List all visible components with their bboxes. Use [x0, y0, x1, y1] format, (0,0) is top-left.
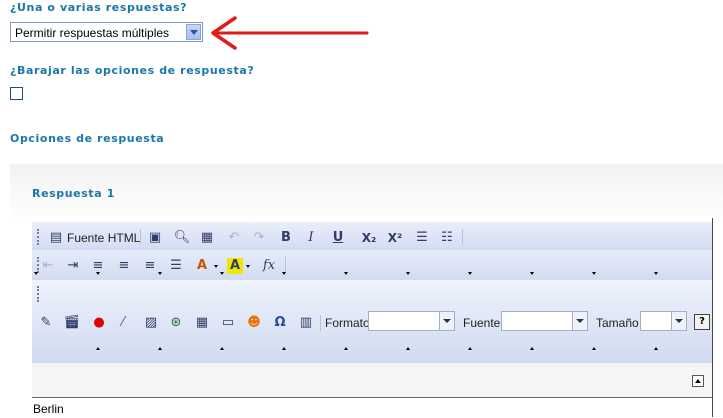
dropdown-marker-icon — [468, 272, 472, 275]
editor-content-area[interactable]: Berlin — [32, 397, 712, 418]
numbered-list-icon[interactable]: ☰ — [413, 230, 431, 246]
redo-icon[interactable]: ↷ — [250, 230, 268, 246]
bold-icon[interactable]: B — [277, 230, 295, 246]
emoticon-icon[interactable]: ☻ — [245, 315, 263, 331]
editor-toolbar-3 — [32, 280, 712, 308]
chevron-down-icon[interactable] — [186, 24, 201, 40]
question-mode-select-value: Permitir respuestas múltiples — [15, 26, 170, 40]
background-color-icon[interactable]: A — [227, 258, 243, 274]
special-char-icon[interactable]: Ω — [271, 315, 289, 331]
dropdown-marker-icon — [158, 347, 162, 350]
dropdown-marker-icon — [406, 272, 410, 275]
underline-icon[interactable]: U — [329, 230, 347, 246]
dropdown-marker-icon — [654, 347, 658, 350]
dropdown-marker-icon — [282, 347, 286, 350]
text-color-icon[interactable]: A — [193, 258, 211, 274]
dropdown-marker-icon — [96, 347, 100, 350]
font-select[interactable] — [501, 311, 588, 331]
toolbar-grip[interactable] — [37, 229, 42, 245]
help-button[interactable]: ? — [694, 314, 710, 330]
toolbar-separator — [462, 229, 463, 245]
answer-content: Berlin — [33, 402, 64, 416]
link-icon[interactable]: ⊛ — [167, 315, 185, 331]
image-icon[interactable]: ▨ — [142, 315, 160, 331]
dropdown-marker-icon — [220, 347, 224, 350]
toolbar-separator — [285, 257, 286, 273]
dropdown-marker-icon — [406, 347, 410, 350]
toolbar-separator — [320, 315, 321, 331]
superscript-icon[interactable]: X² — [386, 230, 404, 246]
justify-icon[interactable]: ☰ — [167, 258, 185, 274]
edit-icon[interactable]: ✎ — [37, 315, 55, 331]
chevron-down-icon[interactable] — [246, 265, 250, 268]
dropdown-marker-icon — [530, 347, 534, 350]
undo-icon[interactable]: ↶ — [225, 230, 243, 246]
question-mode-select[interactable]: Permitir respuestas múltiples — [10, 22, 203, 42]
editor-toolbar-2 — [32, 250, 712, 280]
dropdown-marker-icon — [158, 272, 162, 275]
table-icon[interactable]: ▦ — [193, 315, 211, 331]
indent-icon[interactable]: ⇥ — [64, 258, 82, 274]
font-label: Fuente — [463, 316, 501, 330]
horizontal-rule-icon[interactable]: ▭ — [219, 315, 237, 331]
size-select[interactable] — [640, 311, 687, 331]
format-label: Formato — [325, 316, 370, 330]
dropdown-marker-icon — [96, 272, 100, 275]
toolbar-grip[interactable] — [37, 286, 42, 302]
italic-icon[interactable]: I — [302, 230, 320, 246]
bulleted-list-icon[interactable]: ☷ — [438, 230, 456, 246]
dropdown-marker-icon — [592, 347, 596, 350]
preview-icon[interactable]: 🔍︎ — [173, 230, 191, 246]
outdent-icon[interactable]: ⇤ — [39, 258, 57, 274]
dropdown-marker-icon — [654, 272, 658, 275]
editor-toolbar-collapse-bar — [32, 363, 712, 397]
paste-word-icon[interactable]: ▦ — [198, 230, 216, 246]
dropdown-marker-icon — [344, 272, 348, 275]
dropdown-marker-icon — [530, 272, 534, 275]
magic-icon[interactable]: ⁄ — [114, 315, 132, 331]
annotation-arrow-icon — [211, 16, 369, 50]
source-html-button[interactable]: Fuente HTML — [67, 231, 140, 245]
shuffle-label: ¿Barajar las opciones de respuesta? — [10, 64, 255, 77]
size-label: Tamaño — [596, 316, 639, 330]
template-icon[interactable]: ▥ — [297, 315, 315, 331]
dropdown-marker-icon — [34, 272, 38, 275]
record-icon[interactable]: ● — [90, 315, 108, 331]
chevron-down-icon[interactable] — [214, 265, 218, 268]
chevron-down-icon[interactable] — [572, 312, 587, 330]
formula-icon[interactable]: fx — [260, 258, 278, 274]
options-section-title: Opciones de respuesta — [10, 132, 165, 145]
dropdown-marker-icon — [592, 272, 596, 275]
answer-title: Respuesta 1 — [32, 187, 115, 200]
align-right-icon[interactable]: ≡ — [141, 258, 159, 274]
media-icon[interactable]: 🎬︎ — [63, 315, 81, 331]
collapse-toolbar-button[interactable] — [692, 375, 704, 387]
maximize-icon[interactable]: ▣ — [146, 230, 164, 246]
chevron-down-icon[interactable] — [671, 312, 686, 330]
dropdown-marker-icon — [282, 272, 286, 275]
subscript-icon[interactable]: X₂ — [360, 230, 378, 246]
toolbar-separator — [140, 229, 141, 245]
dropdown-marker-icon — [220, 272, 224, 275]
align-center-icon[interactable]: ≡ — [115, 258, 133, 274]
dropdown-marker-icon — [344, 347, 348, 350]
dropdown-marker-icon — [468, 347, 472, 350]
shuffle-checkbox[interactable] — [10, 87, 23, 100]
format-select[interactable] — [368, 311, 455, 331]
chevron-down-icon[interactable] — [439, 312, 454, 330]
question-mode-label: ¿Una o varias respuestas? — [10, 1, 188, 14]
source-icon[interactable]: ▤ — [47, 230, 65, 246]
